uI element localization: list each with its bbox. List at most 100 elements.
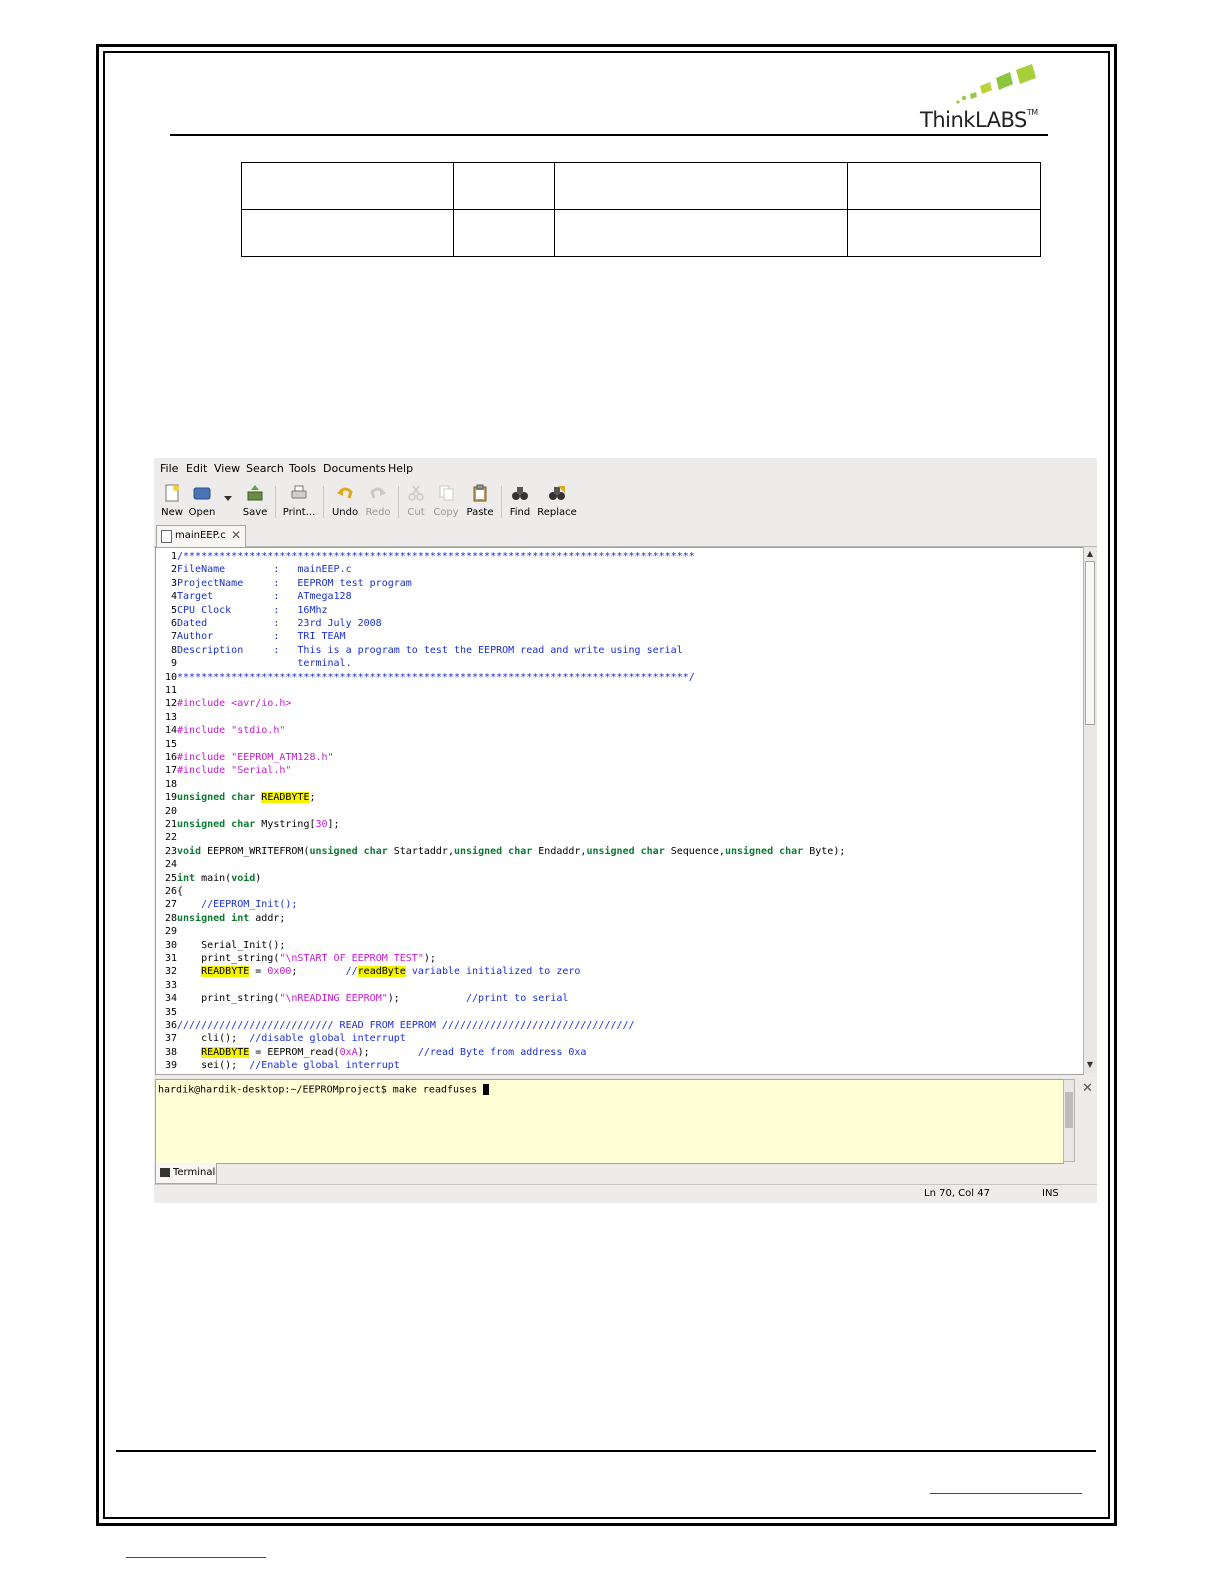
- print-button[interactable]: Print...: [281, 484, 317, 518]
- copy-button[interactable]: Copy: [432, 484, 460, 518]
- code-line: 21unsigned char Mystring[30];: [156, 818, 340, 831]
- save-icon: [247, 485, 263, 501]
- line-number: 12: [164, 698, 177, 710]
- line-number: 11: [164, 685, 177, 696]
- code-token: //disable global interrupt: [249, 1033, 406, 1045]
- redo-button[interactable]: Redo: [364, 484, 392, 518]
- code-line: 38 READBYTE = EEPROM_read(0xA); //read B…: [156, 1046, 586, 1059]
- code-token: addr;: [255, 912, 286, 924]
- bottom-link-underline[interactable]: [126, 1557, 266, 1558]
- scroll-up-icon[interactable]: ▲: [1085, 549, 1095, 559]
- copy-icon: [439, 485, 454, 501]
- code-line: 14#include "stdio.h": [156, 724, 285, 737]
- line-number: 34: [164, 993, 177, 1005]
- table-cell: [453, 162, 555, 210]
- code-line: 4Target : ATmega128: [156, 590, 352, 603]
- code-token: 0xA: [339, 1046, 358, 1058]
- cut-button[interactable]: Cut: [404, 484, 428, 518]
- code-token: //print to serial: [466, 993, 569, 1005]
- code-line: 11: [156, 684, 177, 697]
- save-button[interactable]: Save: [241, 484, 269, 518]
- code-token: );: [387, 993, 467, 1005]
- line-number: 38: [164, 1046, 177, 1058]
- scroll-down-icon[interactable]: ▼: [1085, 1060, 1095, 1070]
- table-row: [241, 209, 1041, 257]
- code-token: print_string(: [177, 953, 280, 964]
- find-button[interactable]: Find: [507, 484, 533, 518]
- code-token: EEPROM_WRITEFROM(: [207, 845, 310, 857]
- toolbar-separator: [501, 486, 502, 518]
- code-token: ): [255, 872, 262, 884]
- line-number: 24: [164, 859, 177, 871]
- code-token: = EEPROM_read(: [249, 1046, 340, 1058]
- code-token: ;: [291, 966, 346, 978]
- line-number: 37: [164, 1033, 177, 1045]
- code-token: Sequence,: [670, 845, 725, 857]
- table-cell: [453, 209, 555, 257]
- code-token: {: [177, 886, 184, 897]
- line-number: 26: [164, 886, 177, 897]
- menu-help[interactable]: Help: [388, 462, 413, 475]
- code-token: unsigned char: [309, 845, 394, 857]
- code-token: //read Byte from address 0xa: [417, 1046, 587, 1058]
- find-replace-icon: [549, 486, 565, 500]
- scrollbar-thumb[interactable]: [1085, 561, 1095, 725]
- code-line: 32 READBYTE = 0x00; //readByte variable …: [156, 965, 580, 978]
- new-button[interactable]: New: [159, 484, 185, 518]
- status-bar: Ln 70, Col 47 INS: [154, 1184, 1097, 1203]
- menu-file[interactable]: File: [160, 462, 178, 475]
- code-editor[interactable]: 1/**************************************…: [155, 547, 1084, 1075]
- footer-link-underline[interactable]: [930, 1493, 1082, 1494]
- paste-button[interactable]: Paste: [465, 484, 495, 518]
- code-token: ;: [309, 792, 316, 804]
- line-number: 23: [164, 845, 177, 857]
- table-cell: [241, 209, 454, 257]
- code-token: variable initialized to zero: [405, 966, 581, 978]
- code-token: READBYTE: [201, 1046, 250, 1058]
- line-number: 22: [164, 832, 177, 844]
- code-token: unsigned char: [177, 819, 262, 830]
- menu-search[interactable]: Search: [246, 462, 284, 475]
- logo-wordmark: ThinkLABSTM: [920, 108, 1038, 132]
- code-token: 30: [315, 819, 328, 830]
- terminal-scrollbar[interactable]: [1063, 1079, 1075, 1162]
- close-icon[interactable]: ✕: [231, 528, 241, 542]
- text-cursor: [483, 1084, 490, 1095]
- editor-scrollbar[interactable]: ▲ ▼: [1083, 547, 1097, 1073]
- code-token: Mystring[: [261, 819, 316, 830]
- menu-tools[interactable]: Tools: [289, 462, 316, 475]
- empty-table: [241, 162, 1041, 257]
- code-line: 31 print_string("\nSTART OF EEPROM TEST"…: [156, 952, 436, 965]
- code-token: #include "stdio.h": [177, 725, 286, 737]
- undo-button[interactable]: Undo: [330, 484, 360, 518]
- menu-documents[interactable]: Documents: [323, 462, 386, 475]
- table-row: [241, 162, 1041, 210]
- code-token: Dated : 23rd July 2008: [177, 618, 382, 629]
- line-number: 28: [164, 912, 177, 924]
- menu-edit[interactable]: Edit: [186, 462, 207, 475]
- menu-view[interactable]: View: [214, 462, 240, 475]
- close-panel-icon[interactable]: ✕: [1082, 1081, 1093, 1096]
- table-cell: [554, 162, 848, 210]
- tab-mainEEP[interactable]: mainEEP.c ✕: [156, 525, 246, 547]
- scissors-icon: [408, 485, 424, 501]
- code-line: 15: [156, 738, 177, 751]
- tab-terminal[interactable]: Terminal: [155, 1163, 217, 1184]
- code-line: 12#include <avr/io.h>: [156, 697, 291, 710]
- scrollbar-thumb[interactable]: [1065, 1092, 1073, 1128]
- line-number: 29: [164, 926, 177, 938]
- toolbar-separator: [398, 486, 399, 518]
- open-dropdown-button[interactable]: [224, 494, 232, 505]
- code-token: 0x00: [267, 966, 292, 978]
- code-token: Target : ATmega128: [177, 591, 352, 603]
- code-line: 33: [156, 979, 177, 992]
- terminal-panel[interactable]: hardik@hardik-desktop:~/EEPROMproject$ m…: [155, 1079, 1064, 1164]
- code-line: 25int main(void): [156, 872, 261, 885]
- open-button[interactable]: Open: [187, 484, 217, 518]
- tab-label: Terminal: [173, 1167, 216, 1178]
- code-token: Byte);: [809, 845, 846, 857]
- line-number: 6: [170, 618, 177, 629]
- replace-button[interactable]: Replace: [536, 484, 578, 518]
- text-file-icon: [161, 530, 172, 543]
- table-cell: [847, 209, 1041, 257]
